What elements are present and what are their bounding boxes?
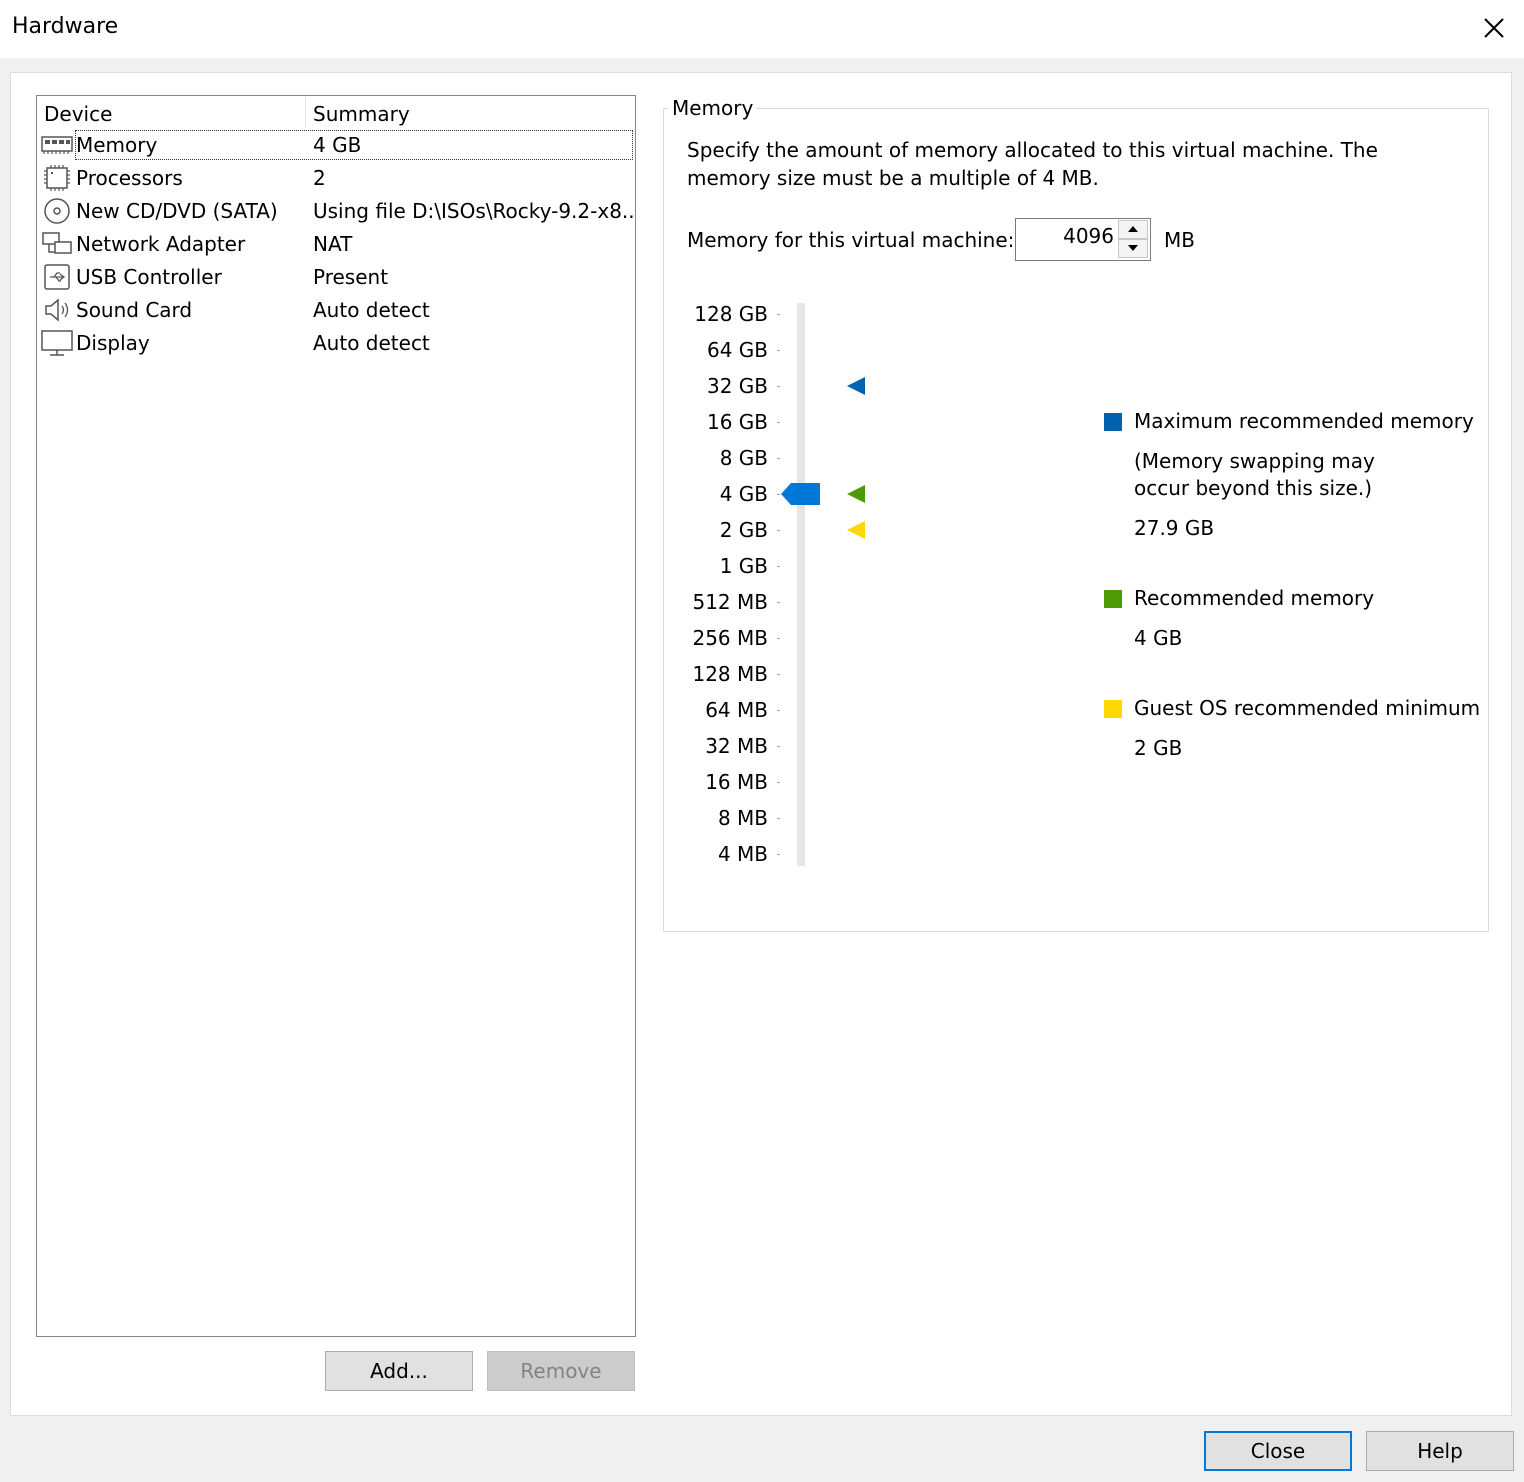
column-header-device[interactable]: Device xyxy=(44,102,112,126)
guest-min-label: Guest OS recommended minimum xyxy=(1134,696,1481,720)
device-row-processors[interactable]: Processors 2 xyxy=(37,162,635,195)
slider-tick-label: 16 MB xyxy=(705,770,768,794)
device-name: Processors xyxy=(76,166,183,190)
network-adapter-icon xyxy=(42,232,72,254)
processor-icon xyxy=(44,165,70,191)
device-name: Sound Card xyxy=(76,298,193,322)
slider-tick-mark xyxy=(777,422,780,423)
slider-tick-label: 1 GB xyxy=(719,554,768,578)
max-recommended-note-line1: (Memory swapping may xyxy=(1134,449,1375,473)
memory-spinbox[interactable]: 4096 xyxy=(1015,218,1151,261)
slider-tick-mark xyxy=(777,314,780,315)
memory-icon xyxy=(41,136,73,154)
slider-tick-mark xyxy=(777,386,780,387)
device-name: Memory xyxy=(76,133,158,157)
recommended-swatch xyxy=(1104,590,1122,608)
slider-tick-mark xyxy=(777,854,780,855)
slider-tick-mark xyxy=(777,458,780,459)
slider-tick-label: 128 MB xyxy=(692,662,768,686)
device-summary: Present xyxy=(313,265,389,289)
speaker-icon xyxy=(45,298,69,322)
memory-value-input[interactable]: 4096 xyxy=(1063,224,1114,248)
title-bar: Hardware xyxy=(0,0,1524,58)
recommended-marker xyxy=(847,485,865,503)
device-row-network-adapter[interactable]: Network Adapter NAT xyxy=(37,228,635,261)
slider-tick-label: 256 MB xyxy=(692,626,768,650)
slider-tick-mark xyxy=(777,566,780,567)
device-row-usb-controller[interactable]: USB Controller Present xyxy=(37,261,635,294)
slider-tick-label: 2 GB xyxy=(719,518,768,542)
slider-tick-label: 8 MB xyxy=(717,806,768,830)
slider-tick-label: 4 GB xyxy=(719,482,768,506)
help-button[interactable]: Help xyxy=(1366,1431,1514,1471)
device-row-cd-dvd[interactable]: New CD/DVD (SATA) Using file D:\ISOs\Roc… xyxy=(37,195,635,228)
guest-min-value: 2 GB xyxy=(1134,736,1183,760)
max-recommended-label: Maximum recommended memory xyxy=(1134,409,1474,433)
close-window-button[interactable] xyxy=(1476,10,1512,46)
guest-min-swatch xyxy=(1104,700,1122,718)
memory-description: Specify the amount of memory allocated t… xyxy=(687,138,1378,190)
device-summary: 2 xyxy=(313,166,326,190)
max-recommended-note-line2: occur beyond this size.) xyxy=(1134,476,1373,500)
device-name: USB Controller xyxy=(76,265,222,289)
close-button[interactable]: Close xyxy=(1204,1431,1352,1471)
slider-tick-mark xyxy=(777,530,780,531)
arrow-up-icon xyxy=(1128,226,1138,232)
slider-tick-label: 64 GB xyxy=(706,338,768,362)
device-summary: 4 GB xyxy=(313,133,362,157)
slider-tick-mark xyxy=(777,602,780,603)
slider-tick-label: 8 GB xyxy=(719,446,768,470)
column-header-summary[interactable]: Summary xyxy=(313,102,410,126)
cd-dvd-icon xyxy=(44,198,70,224)
device-name: Display xyxy=(76,331,150,355)
max-recommended-swatch xyxy=(1104,413,1122,431)
slider-tick-mark xyxy=(777,746,780,747)
slider-tick-label: 16 GB xyxy=(706,410,768,434)
recommended-value: 4 GB xyxy=(1134,626,1183,650)
device-list[interactable]: Device Summary Memory 4 GB Processors 2 … xyxy=(36,95,636,1337)
device-summary: NAT xyxy=(313,232,353,256)
device-row-display[interactable]: Display Auto detect xyxy=(37,327,635,360)
slider-thumb[interactable] xyxy=(781,482,821,506)
max-recommended-marker xyxy=(847,377,865,395)
usb-icon xyxy=(44,264,70,290)
device-name: Network Adapter xyxy=(76,232,246,256)
memory-decrement-button[interactable] xyxy=(1118,239,1148,258)
memory-field-label: Memory for this virtual machine: xyxy=(687,228,1015,252)
device-summary: Auto detect xyxy=(313,298,430,322)
max-recommended-value: 27.9 GB xyxy=(1134,516,1215,540)
device-name: New CD/DVD (SATA) xyxy=(76,199,278,223)
column-separator[interactable] xyxy=(305,96,306,128)
guest-min-marker xyxy=(847,521,865,539)
recommended-label: Recommended memory xyxy=(1134,586,1375,610)
device-row-sound-card[interactable]: Sound Card Auto detect xyxy=(37,294,635,327)
slider-track[interactable] xyxy=(797,303,805,866)
slider-tick-label: 64 MB xyxy=(705,698,768,722)
slider-tick-mark xyxy=(777,350,780,351)
slider-tick-label: 32 MB xyxy=(705,734,768,758)
slider-tick-label: 512 MB xyxy=(692,590,768,614)
device-summary: Using file D:\ISOs\Rocky-9.2-x8... xyxy=(313,199,633,223)
slider-tick-label: 32 GB xyxy=(706,374,768,398)
device-summary: Auto detect xyxy=(313,331,430,355)
slider-tick-mark xyxy=(777,710,780,711)
device-row-memory[interactable]: Memory 4 GB xyxy=(37,129,635,162)
memory-group-label: Memory xyxy=(668,96,758,120)
arrow-down-icon xyxy=(1128,245,1138,251)
window-title: Hardware xyxy=(12,14,119,39)
memory-unit-label: MB xyxy=(1164,228,1195,252)
close-icon xyxy=(1484,18,1504,38)
slider-tick-mark xyxy=(777,494,780,495)
add-device-button[interactable]: Add... xyxy=(325,1351,473,1391)
slider-tick-label: 4 MB xyxy=(717,842,768,866)
slider-tick-mark xyxy=(777,818,780,819)
device-list-header: Device Summary xyxy=(37,96,635,128)
memory-increment-button[interactable] xyxy=(1118,220,1148,239)
slider-tick-mark xyxy=(777,674,780,675)
monitor-icon xyxy=(41,330,73,356)
slider-tick-mark xyxy=(777,782,780,783)
remove-device-button[interactable]: Remove xyxy=(487,1351,635,1391)
slider-tick-mark xyxy=(777,638,780,639)
slider-tick-label: 128 GB xyxy=(694,302,768,326)
